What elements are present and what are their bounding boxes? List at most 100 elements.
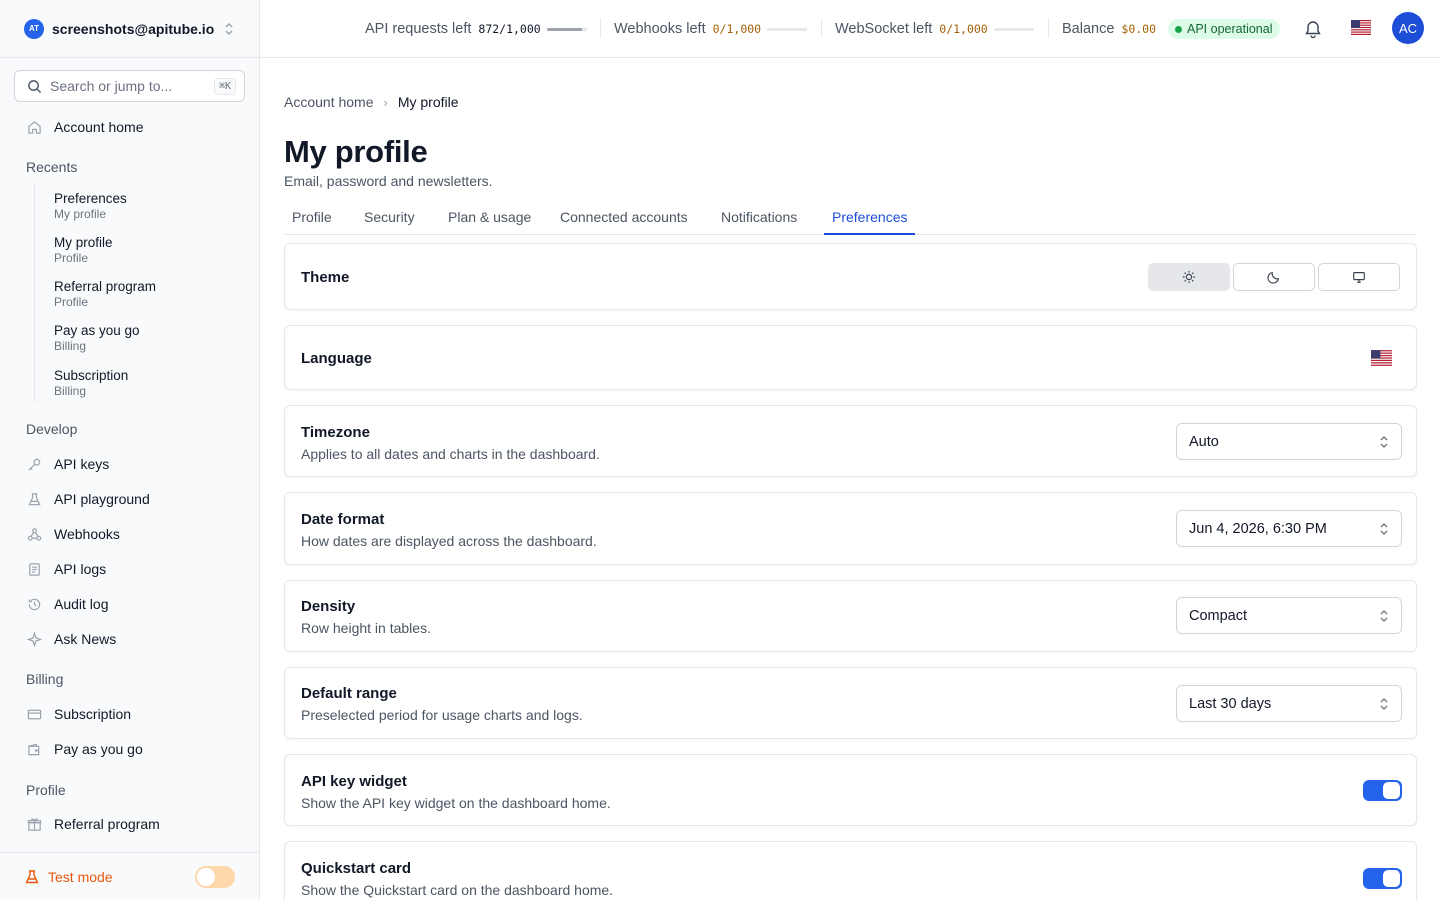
recent-item-my-profile[interactable]: My profile Profile [54,235,113,265]
recent-subtitle: Billing [54,384,87,398]
home-icon [26,119,42,135]
setting-card-language: Language [284,325,1417,390]
quickstart-card-toggle[interactable] [1363,868,1402,889]
page-title: My profile [284,134,428,169]
api-key-widget-toggle[interactable] [1363,780,1402,801]
setting-description: Row height in tables. [301,620,431,636]
setting-card-api-key-widget: API key widget Show the API key widget o… [284,754,1417,826]
header-divider [600,18,601,38]
chevron-updown-icon [1380,697,1388,710]
metric-progress-bar [993,27,1034,31]
logs-icon [26,561,42,577]
setting-card-density: Density Row height in tables. Compact [284,580,1417,652]
sidebar-item-subscription[interactable]: Subscription [26,704,131,724]
sidebar-item-api-playground[interactable]: API playground [26,489,150,509]
setting-description: Show the Quickstart card on the dashboar… [301,882,614,898]
metric-label: WebSocket left [835,21,933,37]
select-value: Auto [1189,433,1219,450]
setting-title: API key widget [301,773,407,790]
setting-card-theme: Theme [284,243,1417,310]
header-divider [821,18,822,38]
section-label-profile: Profile [26,782,66,798]
metric-value: 0/1,000 [712,22,762,36]
test-mode-row: Test mode [0,852,259,900]
theme-segmented-control [1148,263,1400,291]
recent-title: Referral program [54,279,157,294]
tab-plan-usage[interactable]: Plan & usage [448,209,531,225]
sidebar-item-label: API keys [54,456,110,472]
sidebar-item-ask-news[interactable]: Ask News [26,629,116,649]
theme-light-button[interactable] [1148,263,1230,291]
metric-progress-bar [546,27,587,31]
status-text: API operational [1187,22,1273,36]
sidebar-item-api-logs[interactable]: API logs [26,559,106,579]
tab-security[interactable]: Security [364,209,415,225]
recent-subtitle: My profile [54,207,107,221]
gift-icon [26,816,42,832]
metric-balance: Balance $0.00 [1062,20,1156,38]
sidebar-item-label: Webhooks [54,526,120,542]
recent-item-referral-program[interactable]: Referral program Profile [54,279,156,309]
webhook-icon [26,526,42,542]
recent-title: Preferences [54,191,127,206]
bell-icon[interactable] [1303,19,1323,39]
tab-notifications[interactable]: Notifications [721,209,797,225]
test-mode-label: Test mode [48,868,113,885]
status-badge[interactable]: API operational [1168,19,1281,39]
sidebar-item-pay-as-you-go[interactable]: Pay as you go [26,739,143,759]
setting-card-date-format: Date format How dates are displayed acro… [284,492,1417,565]
recent-item-pay-as-you-go[interactable]: Pay as you go Billing [54,323,140,353]
sidebar-item-api-keys[interactable]: API keys [26,454,109,474]
default-range-select[interactable]: Last 30 days [1176,685,1402,722]
tab-profile[interactable]: Profile [292,209,332,225]
recent-title: Pay as you go [54,323,140,338]
theme-system-button[interactable] [1318,263,1400,291]
history-icon [26,596,42,612]
avatar[interactable]: AC [1392,12,1424,44]
card-icon [26,706,42,722]
toggle-knob [1383,782,1400,799]
sidebar-item-label: API playground [54,491,150,507]
metric-value: $0.00 [1121,22,1157,36]
sidebar-item-label: Account home [54,119,144,135]
setting-card-quickstart: Quickstart card Show the Quickstart card… [284,841,1417,900]
account-switcher[interactable]: AT screenshots@apitube.io [0,0,259,58]
setting-title: Theme [301,269,350,286]
sidebar-item-audit-log[interactable]: Audit log [26,594,108,614]
chevron-updown-icon [1380,522,1388,535]
recent-subtitle: Billing [54,339,87,353]
select-value: Compact [1189,607,1248,624]
breadcrumb-home-link[interactable]: Account home [284,94,374,110]
density-select[interactable]: Compact [1176,597,1402,634]
sidebar-item-label: API logs [54,561,107,577]
breadcrumb: Account home › My profile [284,94,459,110]
sparkle-icon [26,631,42,647]
sidebar-item-referral-program[interactable]: Referral program [26,814,160,834]
theme-dark-button[interactable] [1233,263,1315,291]
sidebar-item-webhooks[interactable]: Webhooks [26,524,120,544]
toggle-knob [197,867,215,886]
flask-icon [25,869,39,883]
setting-card-default-range: Default range Preselected period for usa… [284,667,1417,739]
recent-item-subscription[interactable]: Subscription Billing [54,368,128,398]
status-dot [1175,25,1182,33]
wallet-icon [26,741,42,757]
us-flag-icon[interactable] [1351,20,1371,35]
tab-connected-accounts[interactable]: Connected accounts [560,209,688,225]
search-shortcut: ⌘K [213,77,236,95]
sidebar-item-account-home[interactable]: Account home [26,117,144,137]
search-input[interactable]: Search or jump to... ⌘K [14,70,245,102]
account-logo: AT [24,18,44,39]
setting-description: Show the API key widget on the dashboard… [301,795,611,811]
recent-item-preferences[interactable]: Preferences My profile [54,191,127,221]
metric-progress-bar [767,27,808,31]
metric-webhooks: Webhooks left 0/1,000 [614,20,808,38]
timezone-select[interactable]: Auto [1176,423,1402,460]
date-format-select[interactable]: Jun 4, 2026, 6:30 PM [1176,510,1402,547]
recent-subtitle: Profile [54,295,89,309]
test-mode-toggle[interactable] [195,865,235,888]
sidebar-item-label: Audit log [54,596,109,612]
setting-title: Date format [301,511,385,528]
tab-preferences[interactable]: Preferences [832,209,907,225]
us-flag-icon[interactable] [1371,350,1392,366]
